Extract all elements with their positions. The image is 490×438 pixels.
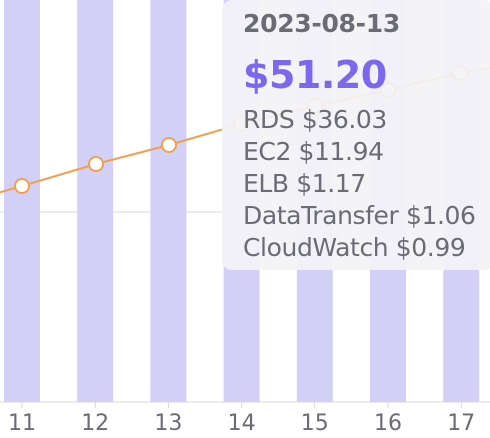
tooltip-row-datatransfer: DataTransfer $1.06 <box>243 201 476 230</box>
x-tick-label-17: 17 <box>447 411 475 436</box>
line-point-11 <box>14 178 30 194</box>
bar-12 <box>77 0 114 402</box>
line-point-13 <box>161 137 177 153</box>
tooltip-row-elb: ELB $1.17 <box>243 169 366 198</box>
x-tick-label-16: 16 <box>374 411 402 436</box>
bar-11 <box>4 0 40 402</box>
x-tick-label-15: 15 <box>301 411 329 436</box>
x-tick-label-14: 14 <box>228 411 256 436</box>
tooltip-row-cloudwatch: CloudWatch $0.99 <box>243 233 466 262</box>
bar-13 <box>150 0 187 402</box>
x-tick-label-11: 11 <box>8 411 36 436</box>
x-axis-ticks: 11 12 13 14 15 16 17 <box>8 402 475 436</box>
tooltip-row-rds: RDS $36.03 <box>243 105 387 134</box>
tooltip-total: $51.20 <box>243 53 387 97</box>
chart-tooltip: 2023-08-13 $51.20 RDS $36.03 EC2 $11.94 … <box>222 0 490 270</box>
x-tick-label-12: 12 <box>81 411 109 436</box>
x-tick-label-13: 13 <box>154 411 182 436</box>
tooltip-row-ec2: EC2 $11.94 <box>243 137 384 166</box>
tooltip-date: 2023-08-13 <box>243 9 400 38</box>
line-point-12 <box>88 156 104 172</box>
